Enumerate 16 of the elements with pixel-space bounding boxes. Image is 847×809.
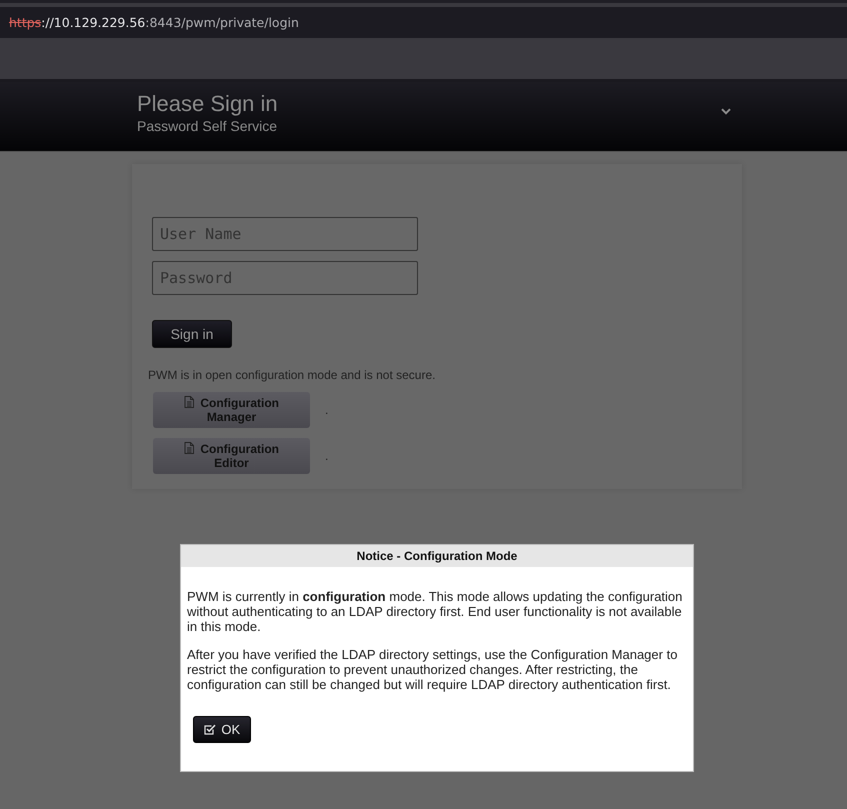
chevron-down-icon[interactable]: [721, 108, 731, 115]
action-note: .: [325, 449, 328, 463]
document-icon: [184, 396, 194, 408]
page-title: Please Sign in: [137, 91, 278, 117]
address-bar[interactable]: https://10.129.229.56:8443/pwm/private/login: [0, 7, 847, 38]
dialog-title: Notice - Configuration Mode: [181, 545, 693, 567]
url-text: https://10.129.229.56:8443/pwm/private/login: [9, 15, 299, 30]
check-square-icon: [204, 724, 216, 735]
ok-button[interactable]: OK: [193, 716, 251, 743]
document-icon: [184, 442, 194, 454]
action-note: .: [325, 403, 328, 417]
sign-in-button[interactable]: Sign in: [152, 320, 232, 348]
config-mode-notice: PWM is in open configuration mode and is not secure.: [148, 368, 436, 382]
dialog-message: PWM is currently in configuration mode. This mode allows updating the configuration without authenticating to an LDAP directory first. End user functionality is not available in this mode.: [187, 589, 683, 634]
page-subtitle: Password Self Service: [137, 118, 278, 134]
dialog-message: After you have verified the LDAP directory settings, use the Configuration Manager to restrict the configuration to prevent unauthorized changes. After restricting, the configuration can still be changed but will require LDAP directory authentication first.: [187, 647, 678, 692]
